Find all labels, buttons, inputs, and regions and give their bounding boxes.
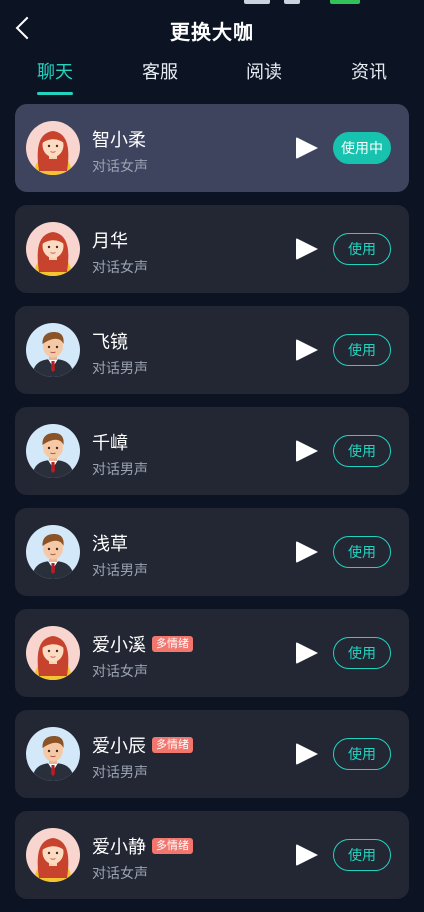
voice-name: 千嶂 <box>92 433 128 454</box>
use-button[interactable]: 使用 <box>333 233 391 265</box>
use-button[interactable]: 使用 <box>333 839 391 871</box>
voice-card[interactable]: 月华对话女声 使用 <box>15 205 409 293</box>
play-icon <box>296 844 318 866</box>
voice-card[interactable]: 爱小静 多情绪 对话女声 使用 <box>15 811 409 899</box>
tab-chat[interactable]: 聊天 <box>20 58 90 95</box>
tab-reading-label: 阅读 <box>246 62 282 83</box>
in-use-button[interactable]: 使用中 <box>333 132 391 164</box>
play-icon <box>296 541 318 563</box>
voice-card[interactable]: 爱小辰 多情绪 对话男声 使用 <box>15 710 409 798</box>
page-title: 更换大咖 <box>170 20 254 44</box>
male-avatar-icon <box>26 424 80 478</box>
voice-description: 对话男声 <box>92 462 148 478</box>
voice-card[interactable]: 飞镜对话男声 使用 <box>15 306 409 394</box>
voice-category-tabs: 聊天 客服 阅读 资讯 <box>0 58 424 98</box>
status-bar-battery-icon <box>330 0 360 4</box>
male-avatar-icon <box>26 525 80 579</box>
emotion-badge: 多情绪 <box>152 838 193 854</box>
play-preview-button[interactable] <box>296 137 320 161</box>
use-button[interactable]: 使用 <box>333 637 391 669</box>
female-avatar-icon <box>26 828 80 882</box>
voice-card[interactable]: 爱小溪 多情绪 对话女声 使用 <box>15 609 409 697</box>
use-button[interactable]: 使用 <box>333 536 391 568</box>
emotion-badge: 多情绪 <box>152 636 193 652</box>
tab-news-label: 资讯 <box>351 62 387 83</box>
play-icon <box>296 137 318 159</box>
play-icon <box>296 339 318 361</box>
voice-name-row: 飞镜 <box>92 328 128 354</box>
voice-name: 爱小辰 <box>92 736 146 757</box>
play-icon <box>296 642 318 664</box>
female-avatar-icon <box>26 121 80 175</box>
voice-name-row: 爱小溪 多情绪 <box>92 631 193 657</box>
use-button[interactable]: 使用 <box>333 435 391 467</box>
voice-name: 智小柔 <box>92 130 146 151</box>
voice-name-row: 智小柔 <box>92 126 146 152</box>
play-preview-button[interactable] <box>296 541 320 565</box>
voice-description: 对话男声 <box>92 765 148 781</box>
male-avatar-icon <box>26 323 80 377</box>
status-bar-wifi-icon <box>284 0 300 4</box>
voice-name-row: 浅草 <box>92 530 128 556</box>
voice-list: 智小柔 对话女声 使用中 月华 对话女声 使用 飞镜 对话男声 使用 千嶂 对话男声 使用 浅草 对话男声… <box>15 104 409 912</box>
use-button[interactable]: 使用 <box>333 334 391 366</box>
voice-description: 对话女声 <box>92 260 148 276</box>
tab-customer-service-label: 客服 <box>142 62 178 83</box>
play-preview-button[interactable] <box>296 642 320 666</box>
voice-name-row: 月华 <box>92 227 128 253</box>
voice-description: 对话男声 <box>92 563 148 579</box>
voice-name: 月华 <box>92 231 128 252</box>
status-bar-signal-icon <box>244 0 270 4</box>
tab-chat-label: 聊天 <box>37 62 73 83</box>
tab-active-indicator <box>37 92 73 95</box>
voice-card[interactable]: 浅草对话男声 使用 <box>15 508 409 596</box>
play-icon <box>296 743 318 765</box>
voice-name: 爱小溪 <box>92 635 146 656</box>
male-avatar-icon <box>26 727 80 781</box>
play-preview-button[interactable] <box>296 844 320 868</box>
tab-news[interactable]: 资讯 <box>334 58 404 84</box>
emotion-badge: 多情绪 <box>152 737 193 753</box>
voice-name-row: 爱小辰 多情绪 <box>92 732 193 758</box>
voice-name-row: 爱小静 多情绪 <box>92 833 193 859</box>
voice-description: 对话女声 <box>92 159 148 175</box>
voice-card[interactable]: 千嶂对话男声 使用 <box>15 407 409 495</box>
voice-description: 对话女声 <box>92 866 148 882</box>
play-icon <box>296 238 318 260</box>
voice-name: 浅草 <box>92 534 128 555</box>
play-preview-button[interactable] <box>296 440 320 464</box>
use-button[interactable]: 使用 <box>333 738 391 770</box>
voice-description: 对话男声 <box>92 361 148 377</box>
tab-reading[interactable]: 阅读 <box>229 58 299 84</box>
voice-name: 飞镜 <box>92 332 128 353</box>
female-avatar-icon <box>26 626 80 680</box>
play-preview-button[interactable] <box>296 339 320 363</box>
female-avatar-icon <box>26 222 80 276</box>
voice-name-row: 千嶂 <box>92 429 128 455</box>
play-icon <box>296 440 318 462</box>
voice-name: 爱小静 <box>92 837 146 858</box>
play-preview-button[interactable] <box>296 238 320 262</box>
play-preview-button[interactable] <box>296 743 320 767</box>
tab-customer-service[interactable]: 客服 <box>125 58 195 84</box>
status-bar <box>0 0 424 6</box>
top-bar: 更换大咖 <box>0 8 424 48</box>
voice-description: 对话女声 <box>92 664 148 680</box>
voice-card[interactable]: 智小柔对话女声 使用中 <box>15 104 409 192</box>
